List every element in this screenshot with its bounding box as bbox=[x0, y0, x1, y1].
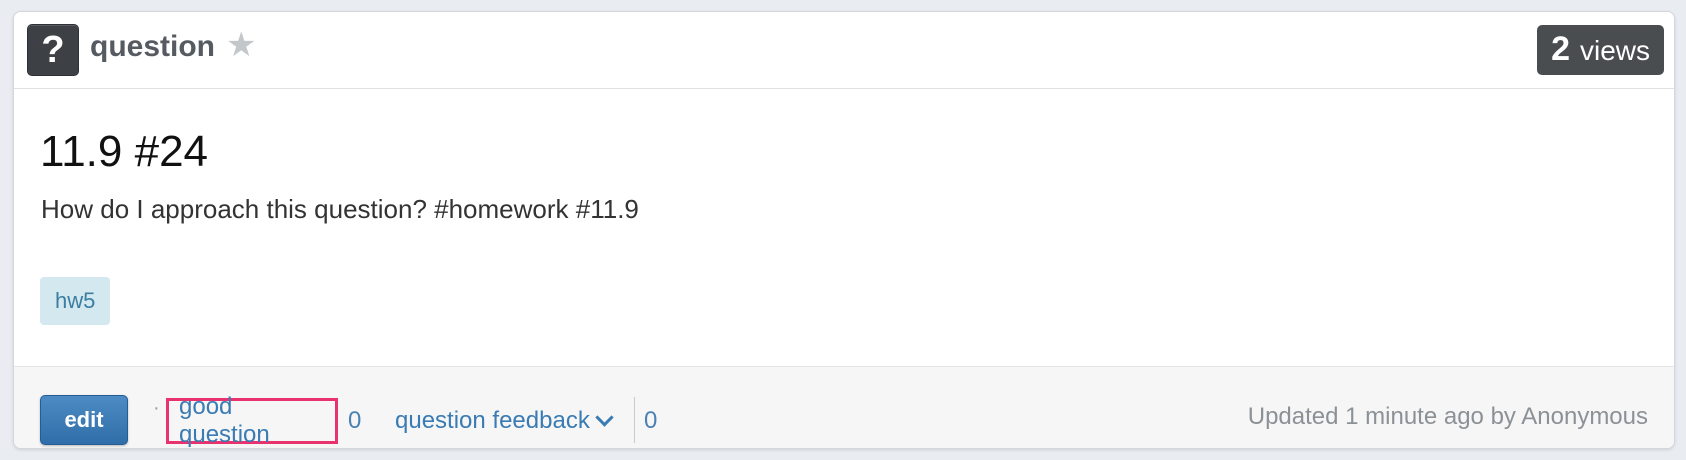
question-mark-icon: ? bbox=[27, 24, 79, 76]
feedback-count: 0 bbox=[644, 407, 658, 434]
good-question-button[interactable]: good question bbox=[166, 393, 338, 448]
separator-dot: · bbox=[153, 397, 160, 419]
post-title: 11.9 #24 bbox=[40, 127, 209, 176]
question-feedback-dropdown[interactable]: question feedback bbox=[395, 407, 614, 435]
tag-hw5[interactable]: hw5 bbox=[40, 277, 111, 325]
post-card: ? question ★ 2 views 11.9 #24 How do I a… bbox=[13, 11, 1675, 449]
chevron-down-icon bbox=[595, 407, 614, 427]
star-icon[interactable]: ★ bbox=[226, 28, 256, 62]
post-body: 11.9 #24 How do I approach this question… bbox=[14, 89, 1674, 377]
post-content: How do I approach this question? #homewo… bbox=[41, 194, 639, 224]
views-count: 2 bbox=[1551, 30, 1570, 68]
good-question-count: 0 bbox=[348, 407, 362, 434]
views-badge: 2 views bbox=[1537, 25, 1664, 75]
views-label: views bbox=[1579, 35, 1650, 66]
divider bbox=[634, 397, 635, 443]
edit-button[interactable]: edit bbox=[40, 395, 128, 445]
post-footer: edit · good question 0 question feedback… bbox=[14, 366, 1674, 448]
updated-text: Updated 1 minute ago by Anonymous bbox=[1247, 403, 1648, 430]
question-feedback-label: question feedback bbox=[395, 407, 590, 434]
post-type-label: question bbox=[90, 30, 215, 63]
post-header: ? question ★ 2 views bbox=[14, 12, 1674, 89]
